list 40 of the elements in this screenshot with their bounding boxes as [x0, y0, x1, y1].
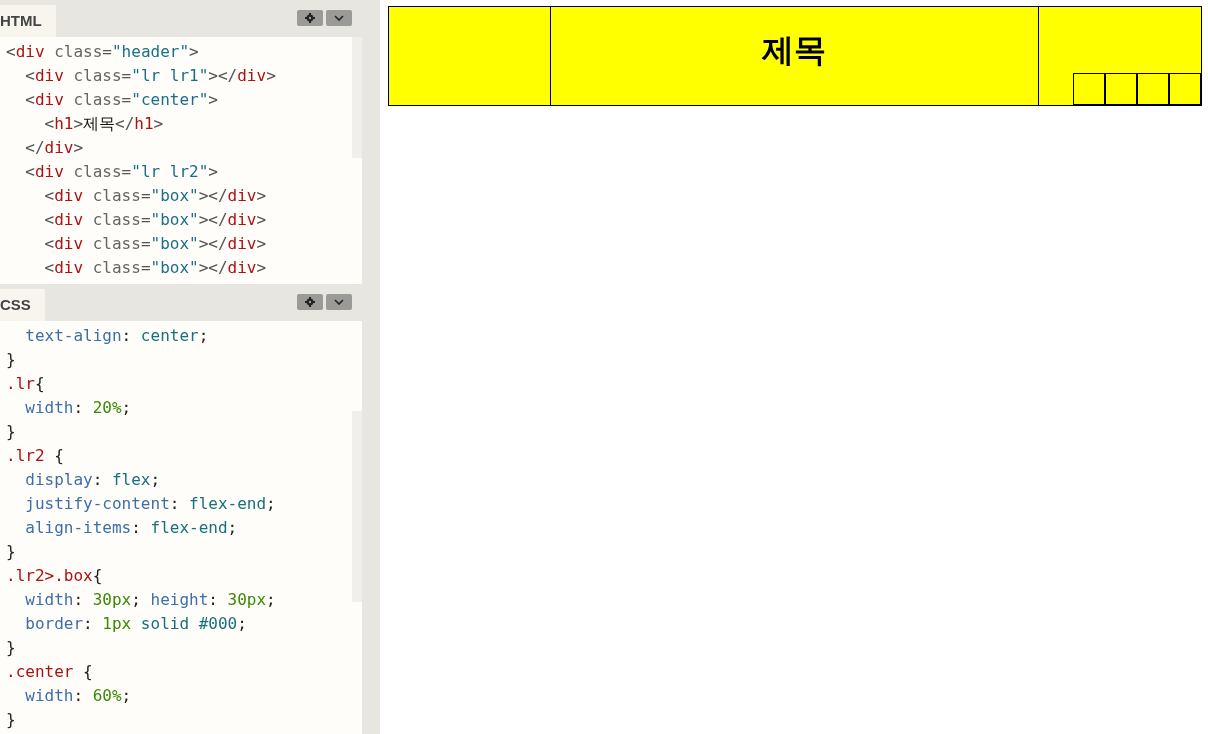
code-line: }: [5, 541, 16, 563]
settings-icon: [305, 297, 315, 307]
code-line: .center {: [5, 661, 93, 683]
collapse-button[interactable]: [326, 294, 352, 310]
code-line: justify-content: flex-end;: [24, 493, 276, 515]
code-line: <div class="box"></div>: [43, 257, 267, 279]
code-line: }: [5, 709, 16, 731]
code-line: align-items: flex-end;: [24, 517, 238, 539]
code-line: <div class="box"></div>: [43, 185, 267, 207]
scrollbar-thumb[interactable]: [352, 37, 362, 158]
code-line: .lr{: [5, 373, 45, 395]
panel-tab[interactable]: HTML: [0, 5, 56, 37]
code-line: <div class="header">: [5, 41, 199, 63]
code-line: .lr2>.box{: [5, 565, 103, 587]
code-line: <div class="lr lr1"></div>: [24, 65, 276, 87]
settings-button[interactable]: [297, 10, 323, 26]
code-line: }: [5, 421, 16, 443]
code-line: width: 20%;: [24, 397, 132, 419]
code-line: }: [5, 349, 16, 371]
code-line: display: flex;: [24, 469, 161, 491]
code-line: text-align: center;: [24, 325, 209, 347]
scrollbar-thumb[interactable]: [352, 411, 362, 602]
code-line: <div class="lr lr2">: [24, 161, 218, 183]
chevron-down-icon: [334, 15, 344, 21]
code-line: <h1>제목</h1>: [43, 113, 164, 135]
code-line: width: 60%;: [24, 685, 132, 707]
code-line: </div>: [24, 137, 84, 159]
collapse-button[interactable]: [326, 10, 352, 26]
code-line: width: 30px; height: 30px;: [24, 589, 276, 611]
panel-tab[interactable]: CSS: [0, 289, 45, 321]
code-line: <div class="center">: [24, 89, 218, 111]
code-line: border: 1px solid #000;: [24, 613, 247, 635]
chevron-down-icon: [334, 299, 344, 305]
code-line: <div class="box"></div>: [43, 233, 267, 255]
heading: 제목: [762, 31, 827, 70]
code-line: }: [5, 637, 16, 659]
settings-icon: [305, 13, 315, 23]
code-line: <div class="box"></div>: [43, 209, 267, 231]
settings-button[interactable]: [297, 294, 323, 310]
code-line: .lr2 {: [5, 445, 64, 467]
